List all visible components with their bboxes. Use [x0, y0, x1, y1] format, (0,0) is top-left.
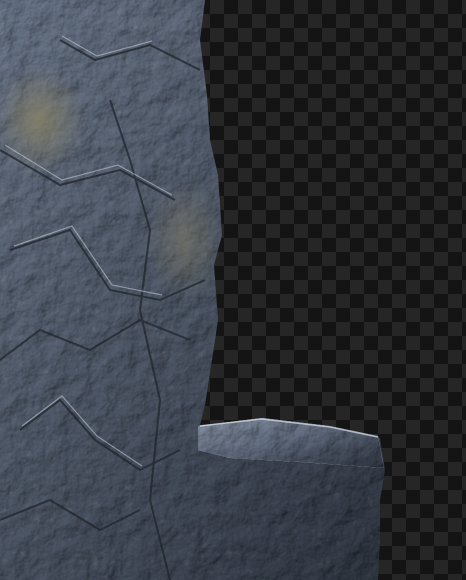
- image-viewport: [0, 0, 466, 580]
- rock-column: [0, 0, 385, 580]
- rock-cliff-image: [0, 0, 385, 580]
